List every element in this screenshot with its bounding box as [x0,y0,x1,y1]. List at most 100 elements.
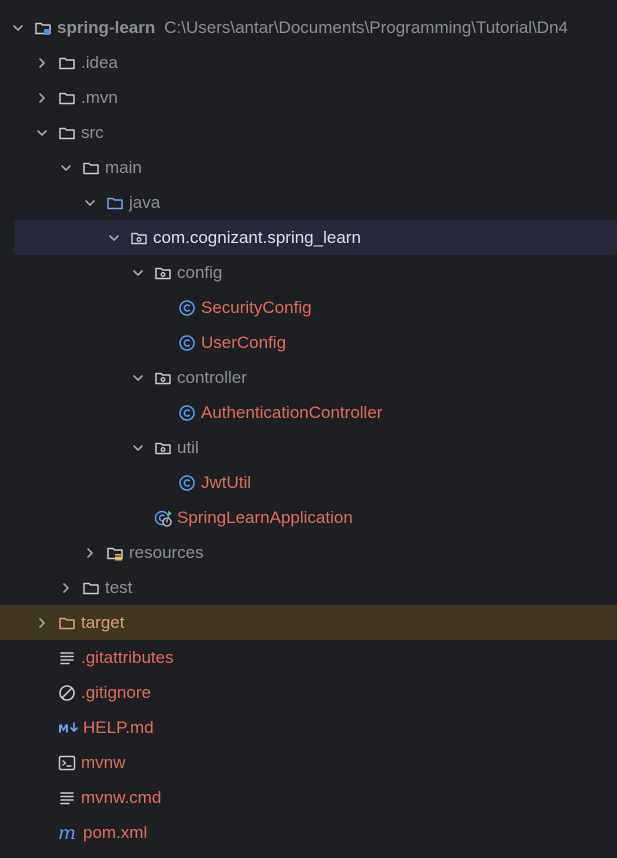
tree-item-label: config [177,262,223,282]
tree-item-mvnw[interactable]: mvnw [0,745,617,780]
chevron-down-icon[interactable] [34,125,50,141]
source-folder-icon [106,194,124,212]
tree-item-label: test [105,577,133,597]
tree-item-main[interactable]: main [0,150,617,185]
tree-item-label: target [81,612,125,632]
tree-item-label: pom.xml [83,822,148,842]
folder-icon [58,124,76,142]
shell-script-icon [58,754,76,772]
chevron-down-icon[interactable] [130,370,146,386]
chevron-right-icon[interactable] [82,545,98,561]
chevron-placeholder [34,685,50,701]
class-icon [178,334,196,352]
tree-item-springlearnapplication[interactable]: SpringLearnApplication [0,500,617,535]
chevron-placeholder [34,720,50,736]
tree-item-label: controller [177,367,247,387]
chevron-placeholder [154,335,170,351]
package-icon [154,439,172,457]
chevron-placeholder [34,825,50,841]
chevron-placeholder [34,755,50,771]
chevron-down-icon[interactable] [58,160,74,176]
tree-item-mvnw-cmd[interactable]: mvnw.cmd [0,780,617,815]
tree-item-label: AuthenticationController [201,402,383,422]
tree-item-config[interactable]: config [0,255,617,290]
project-tree: spring-learn C:\Users\antar\Documents\Pro… [0,10,617,850]
folder-icon [82,579,100,597]
tree-item-label: src [81,122,104,142]
tree-item-label: JwtUtil [201,472,252,492]
chevron-right-icon[interactable] [34,55,50,71]
tree-item-label: main [105,157,142,177]
chevron-placeholder [154,300,170,316]
resources-folder-icon [106,544,124,562]
tree-item-authenticationcontroller[interactable]: AuthenticationController [0,395,617,430]
chevron-down-icon[interactable] [130,440,146,456]
chevron-down-icon[interactable] [82,195,98,211]
tree-item-spring-learn[interactable]: spring-learn C:\Users\antar\Documents\Pro… [0,10,617,45]
chevron-right-icon[interactable] [58,580,74,596]
excluded-folder-icon [58,614,76,632]
tree-item-label: .mvn [81,87,118,107]
tree-item-label: mvnw [81,752,126,772]
tree-item-label: .gitignore [81,682,151,702]
module-path: C:\Users\antar\Documents\Programming\Tut… [164,17,568,37]
tree-item-idea[interactable]: .idea [0,45,617,80]
folder-icon [82,159,100,177]
tree-item-label: SecurityConfig [201,297,312,317]
tree-item-pom-xml[interactable]: m pom.xml [0,815,617,850]
tree-item-resources[interactable]: resources [0,535,617,570]
tree-item-securityconfig[interactable]: SecurityConfig [0,290,617,325]
chevron-down-icon[interactable] [106,230,122,246]
class-icon [178,299,196,317]
tree-item-target[interactable]: target [0,605,617,640]
folder-icon [58,54,76,72]
tree-item-label: resources [129,542,204,562]
text-file-icon [58,649,76,667]
chevron-placeholder [34,790,50,806]
class-icon [178,474,196,492]
svg-text:m: m [58,824,76,842]
module-folder-icon [34,19,52,37]
ignore-file-icon [58,684,76,702]
tree-item-mvn[interactable]: .mvn [0,80,617,115]
tree-item-label: mvnw.cmd [81,787,162,807]
chevron-down-icon[interactable] [10,20,26,36]
tree-item-userconfig[interactable]: UserConfig [0,325,617,360]
tree-item-label: spring-learn [57,17,156,37]
tree-item-help-md[interactable]: M HELP.md [0,710,617,745]
package-icon [154,264,172,282]
tree-item-src[interactable]: src [0,115,617,150]
tree-item-gitignore[interactable]: .gitignore [0,675,617,710]
tree-item-label: HELP.md [83,717,154,737]
folder-icon [58,89,76,107]
chevron-down-icon[interactable] [130,265,146,281]
tree-item-label: .idea [81,52,118,72]
tree-item-jwtutil[interactable]: JwtUtil [0,465,617,500]
chevron-placeholder [34,650,50,666]
tree-item-label: com.cognizant.spring_learn [153,227,361,247]
tree-item-label: java [129,192,161,212]
chevron-right-icon[interactable] [34,615,50,631]
svg-text:M: M [58,722,69,735]
chevron-placeholder [130,510,146,526]
tree-item-java[interactable]: java [0,185,617,220]
chevron-placeholder [154,405,170,421]
tree-item-com-cognizant-spring-learn[interactable]: com.cognizant.spring_learn [14,220,617,255]
tree-item-gitattributes[interactable]: .gitattributes [0,640,617,675]
package-icon [154,369,172,387]
package-icon [130,229,148,247]
markdown-file-icon: M [58,719,80,737]
maven-icon: m [58,824,80,842]
text-file-icon [58,789,76,807]
tree-item-label: SpringLearnApplication [177,507,353,527]
tree-item-label: .gitattributes [81,647,174,667]
spring-app-icon [154,509,172,527]
tree-item-util[interactable]: util [0,430,617,465]
tree-item-controller[interactable]: controller [0,360,617,395]
tree-item-test[interactable]: test [0,570,617,605]
tree-item-label: UserConfig [201,332,287,352]
tree-item-label: util [177,437,199,457]
chevron-right-icon[interactable] [34,90,50,106]
class-icon [178,404,196,422]
chevron-placeholder [154,475,170,491]
